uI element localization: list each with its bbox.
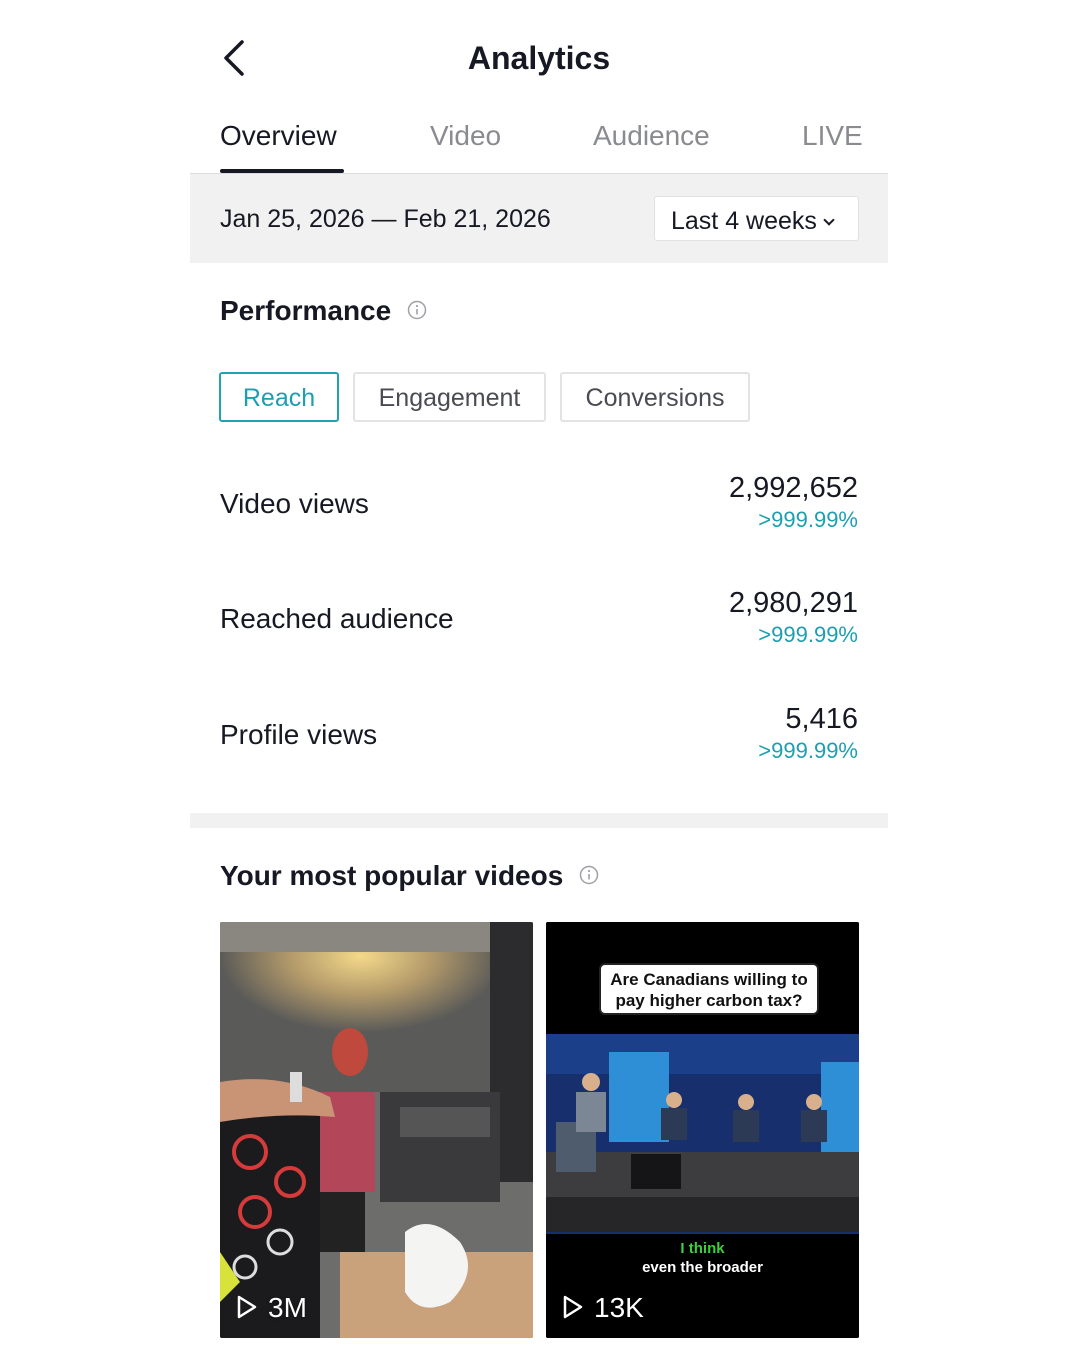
- video-card[interactable]: 3M: [220, 922, 533, 1338]
- tab-video[interactable]: Video: [430, 120, 501, 152]
- date-bar: Jan 25, 2026 — Feb 21, 2026 Last 4 weeks: [190, 174, 888, 263]
- popular-videos-heading: Your most popular videos: [220, 860, 599, 892]
- performance-title: Performance: [220, 295, 392, 326]
- active-tab-indicator: [220, 169, 344, 173]
- tab-live[interactable]: LIVE: [802, 120, 863, 152]
- video-caption: Are Canadians willing to pay higher carb…: [599, 963, 819, 1015]
- tab-overview[interactable]: Overview: [220, 120, 337, 152]
- view-count-value: 13K: [594, 1292, 644, 1323]
- metric-label: Reached audience: [220, 603, 454, 634]
- performance-heading: Performance: [220, 295, 427, 327]
- section-divider: [190, 813, 888, 828]
- date-range: Jan 25, 2026 — Feb 21, 2026: [220, 205, 551, 233]
- metric-value: 2,980,291: [728, 587, 858, 619]
- view-count-value: 3M: [268, 1292, 307, 1323]
- video-card[interactable]: Are Canadians willing to pay higher carb…: [546, 922, 859, 1338]
- info-icon[interactable]: [407, 300, 427, 320]
- video-subtitle: I think: [680, 1240, 725, 1257]
- popular-videos-title: Your most popular videos: [220, 860, 564, 891]
- tab-audience[interactable]: Audience: [593, 120, 710, 152]
- info-icon[interactable]: [579, 865, 599, 885]
- play-icon: [563, 1295, 583, 1318]
- view-count: 3M: [236, 1292, 307, 1324]
- tab-bar: Overview Video Audience LIVE: [190, 110, 888, 174]
- metric-change: >999.99%: [758, 738, 858, 763]
- period-dropdown[interactable]: Last 4 weeks: [654, 196, 859, 241]
- chip-engagement[interactable]: Engagement: [353, 372, 546, 422]
- video-thumbnail: [220, 922, 533, 1338]
- play-icon: [237, 1295, 257, 1318]
- chip-reach[interactable]: Reach: [219, 372, 339, 422]
- metric-label: Video views: [220, 488, 369, 519]
- page-title: Analytics: [467, 40, 611, 76]
- header: Analytics: [190, 20, 888, 100]
- view-count: 13K: [562, 1292, 644, 1324]
- metric-value: 5,416: [785, 703, 858, 735]
- chevron-down-icon: [823, 214, 835, 226]
- chip-conversions[interactable]: Conversions: [560, 372, 750, 422]
- metric-change: >999.99%: [758, 622, 858, 647]
- metric-label: Profile views: [220, 719, 378, 750]
- metric-change: >999.99%: [758, 507, 858, 532]
- period-dropdown-label: Last 4 weeks: [671, 207, 817, 235]
- analytics-screen: Analytics Overview Video Audience LIVE J…: [0, 0, 1080, 1350]
- metric-value: 2,992,652: [728, 472, 858, 504]
- video-subtitle: even the broader: [642, 1259, 763, 1276]
